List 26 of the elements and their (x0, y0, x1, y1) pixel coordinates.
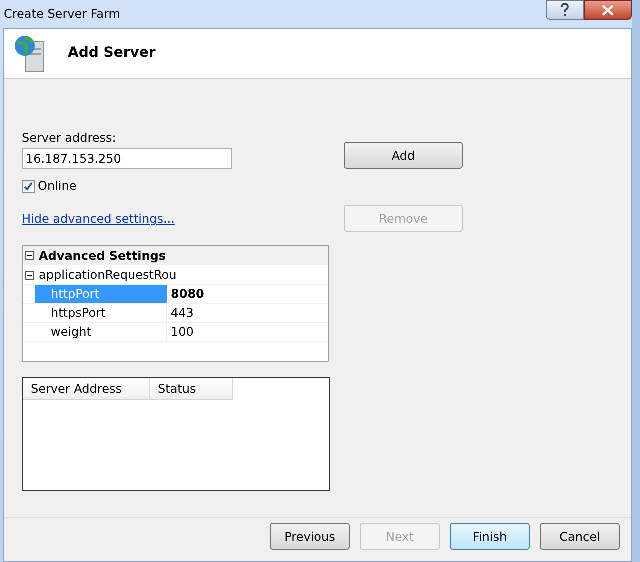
category-label: Advanced Settings (39, 248, 166, 264)
property-value[interactable]: 100 (167, 323, 194, 341)
property-value[interactable]: 8080 (167, 285, 204, 303)
help-icon (560, 3, 570, 17)
help-button[interactable] (546, 0, 584, 20)
wizard-button[interactable]: Cancel (540, 523, 620, 550)
wizard-button[interactable]: Previous (270, 523, 350, 550)
property-value[interactable]: 443 (167, 304, 194, 322)
collapse-icon[interactable] (25, 251, 34, 260)
column-header[interactable]: Status (150, 378, 233, 400)
wizard-button[interactable]: Finish (450, 523, 530, 550)
close-button[interactable] (584, 0, 632, 20)
group-label: applicationRequestRou (39, 267, 177, 284)
collapse-icon[interactable] (25, 270, 34, 280)
hide-advanced-link[interactable]: Hide advanced settings... (22, 210, 175, 228)
action-button[interactable]: Add (344, 142, 463, 169)
field-label: Server address: (22, 131, 118, 145)
online-checkbox[interactable] (22, 180, 35, 192)
window-title: Create Server Farm (3, 6, 120, 23)
page-title: Add Server (68, 44, 156, 63)
close-icon (602, 4, 614, 16)
column-header[interactable]: Server Address (23, 378, 150, 400)
property-name[interactable]: weight (35, 323, 167, 341)
server-address-field[interactable]: 16.187.153.250 (22, 148, 232, 169)
property-name[interactable]: httpsPort (35, 304, 167, 322)
checkbox-label: Online (38, 178, 77, 195)
